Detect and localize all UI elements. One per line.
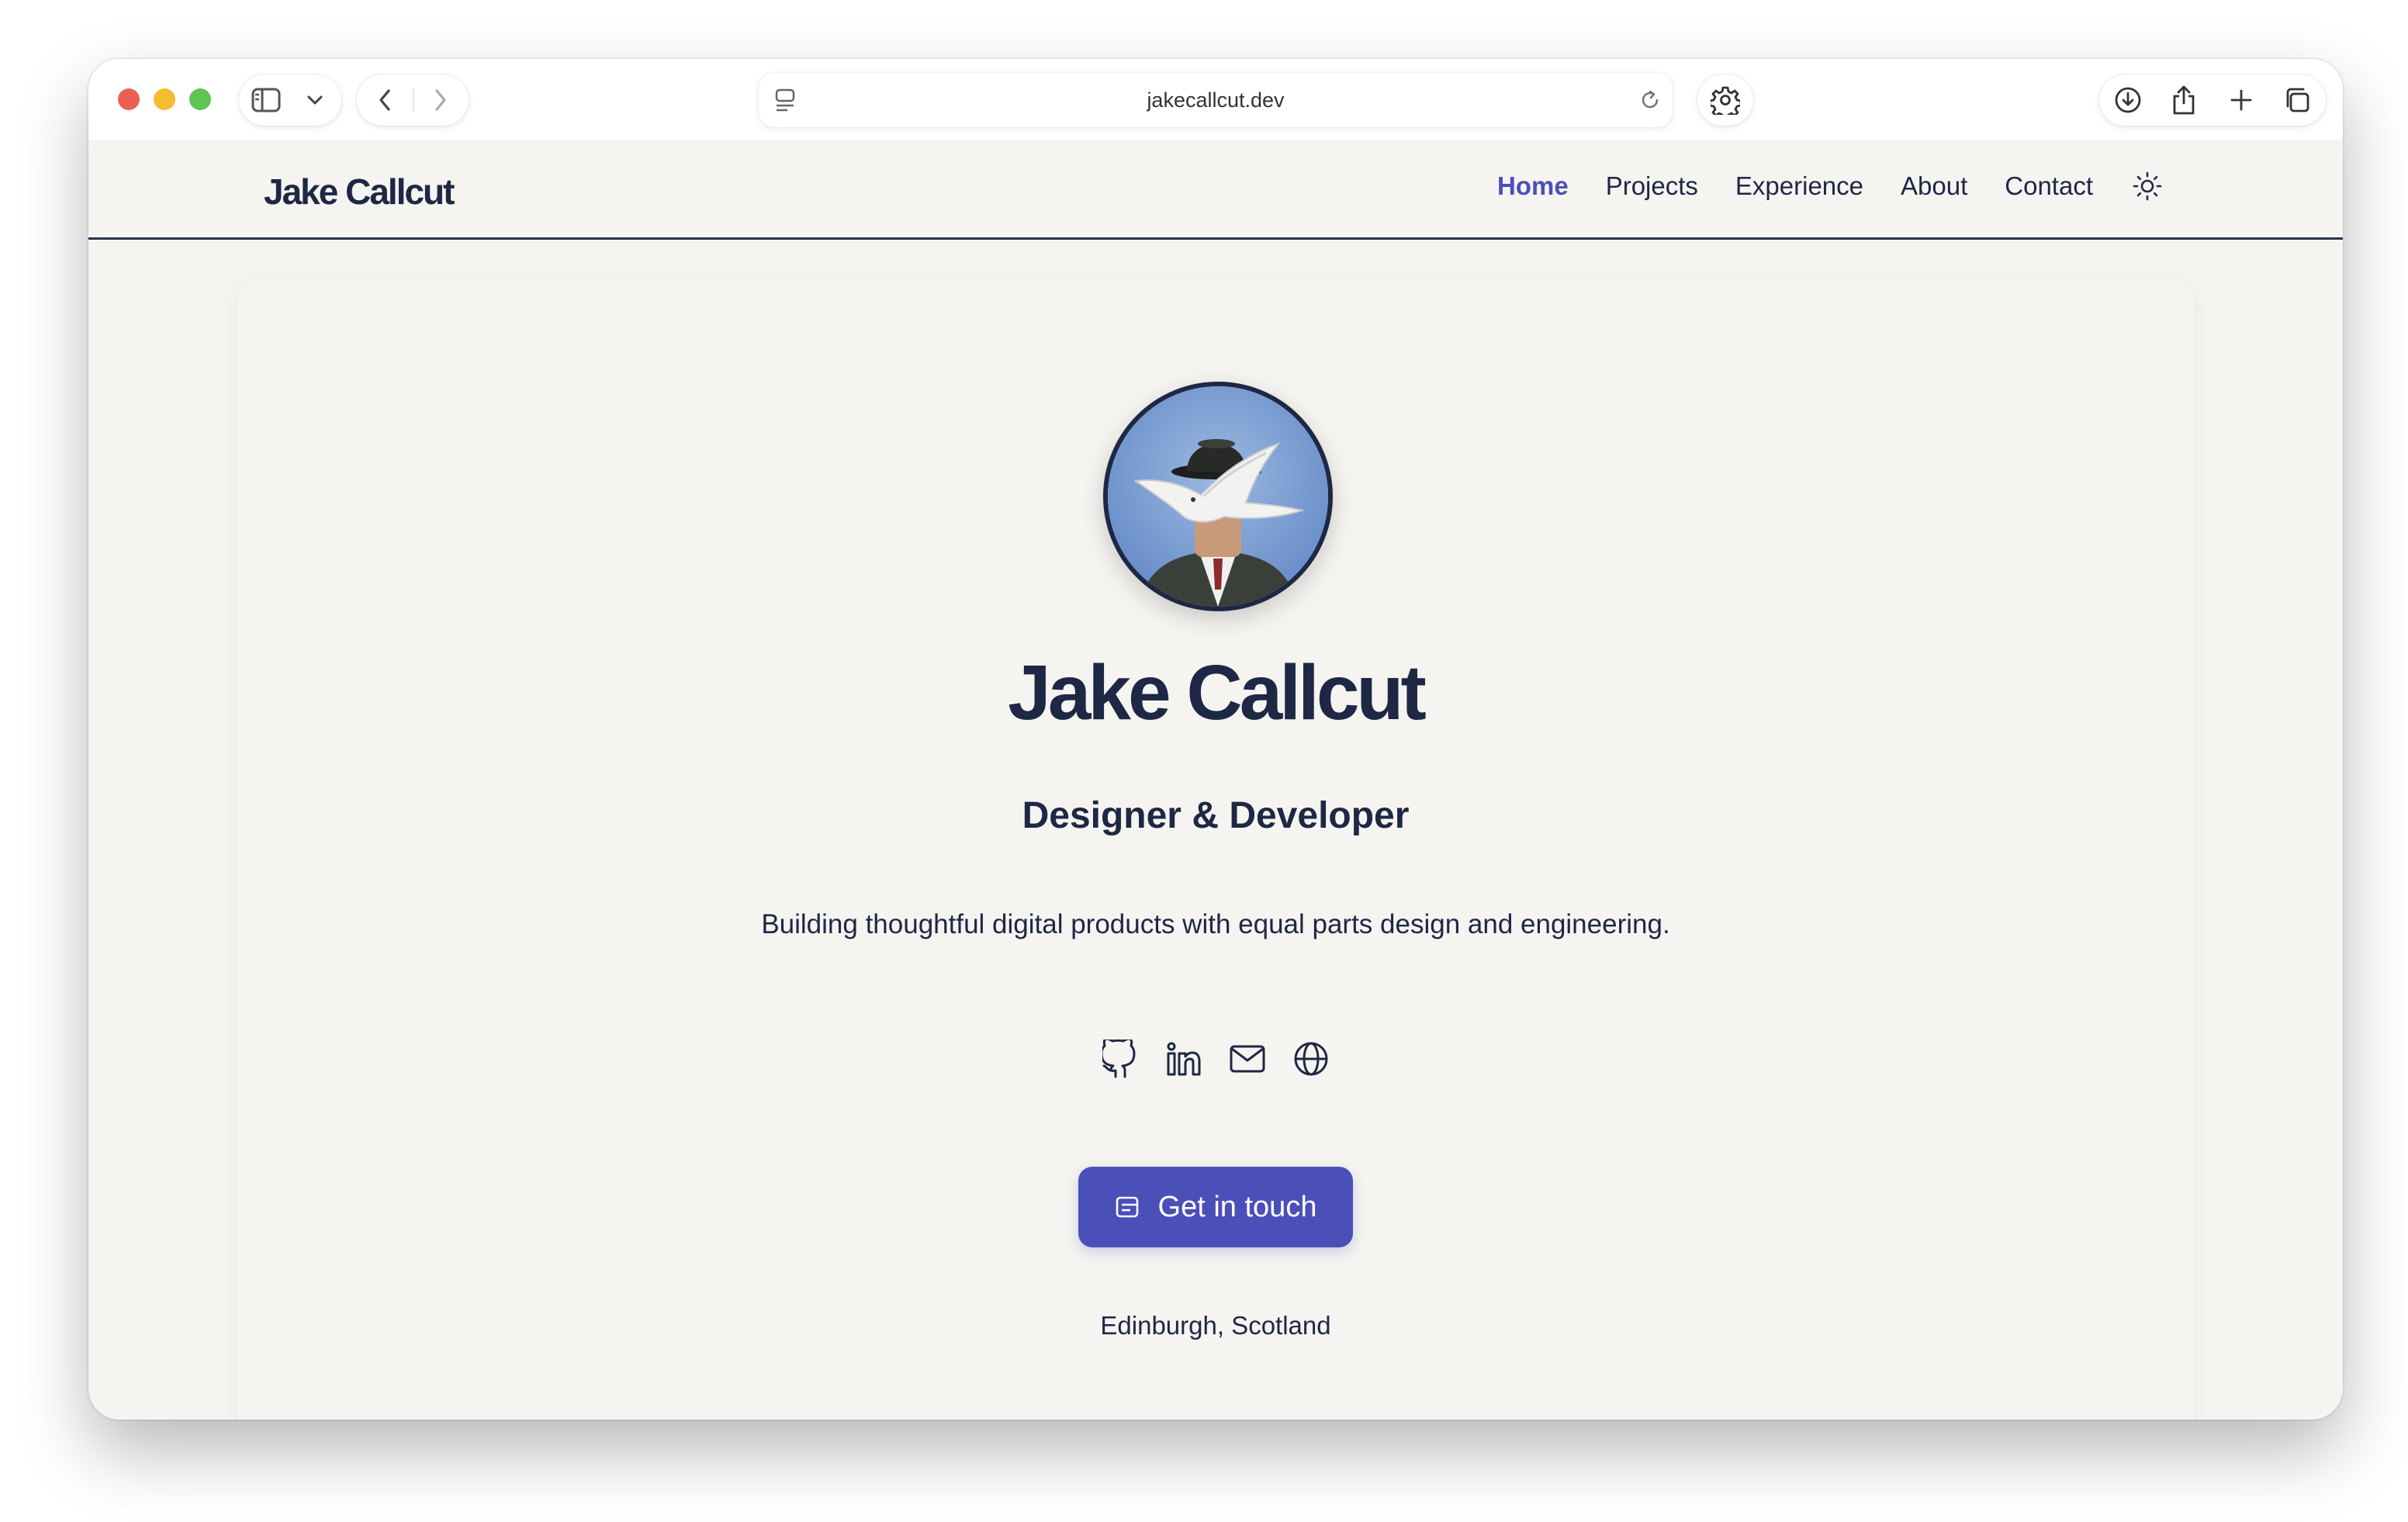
toolbar-actions-group (2099, 74, 2326, 126)
sun-icon (2133, 171, 2162, 201)
globe-icon[interactable] (1292, 1039, 1330, 1078)
location-text: Edinburgh, Scotland (1100, 1311, 1331, 1340)
tabs-icon[interactable] (2279, 84, 2315, 116)
plus-icon[interactable] (2223, 84, 2259, 116)
site-nav: Home Projects Experience About Contact (1497, 169, 2164, 203)
social-links (88, 1039, 2343, 1078)
chevron-right-icon[interactable] (424, 84, 458, 116)
nav-link-about[interactable]: About (1901, 171, 1967, 201)
browser-toolbar: jakecallcut.dev (88, 59, 2343, 140)
theme-toggle-button[interactable] (2130, 169, 2164, 203)
download-icon[interactable] (2110, 84, 2146, 116)
settings-button[interactable] (1697, 74, 1753, 126)
message-icon (1116, 1196, 1138, 1218)
zoom-window-button[interactable] (189, 88, 211, 110)
chevron-left-icon[interactable] (368, 84, 402, 116)
avatar (1103, 382, 1333, 611)
nav-link-home[interactable]: Home (1497, 171, 1569, 201)
reload-icon[interactable] (1635, 85, 1665, 115)
linkedin-icon[interactable] (1164, 1039, 1203, 1078)
history-nav-group (357, 74, 469, 126)
hero-tagline: Building thoughtful digital products wit… (761, 909, 1670, 939)
sidebar-toggle-group (239, 74, 341, 126)
sidebar-icon[interactable] (248, 84, 284, 116)
gear-icon[interactable] (1708, 84, 1742, 116)
hero-name: Jake Callcut (1008, 649, 1427, 736)
get-in-touch-button[interactable]: Get in touch (1078, 1167, 1353, 1247)
site-brand-logo[interactable]: Jake Callcut (264, 171, 455, 213)
chevron-down-icon[interactable] (299, 84, 330, 116)
nav-link-experience[interactable]: Experience (1735, 171, 1863, 201)
site-header: Jake Callcut Home Projects Experience Ab… (88, 140, 2343, 240)
browser-window: jakecallcut.dev Jake Callcut Home Projec… (88, 59, 2343, 1420)
nav-link-projects[interactable]: Projects (1606, 171, 1698, 201)
github-icon[interactable] (1101, 1039, 1140, 1078)
nav-link-contact[interactable]: Contact (2005, 171, 2093, 201)
get-in-touch-label: Get in touch (1157, 1190, 1317, 1223)
address-bar[interactable]: jakecallcut.dev (759, 73, 1673, 127)
url-text: jakecallcut.dev (1147, 88, 1285, 112)
divider (413, 88, 414, 112)
mail-icon[interactable] (1228, 1039, 1267, 1078)
hero-role: Designer & Developer (1022, 795, 1410, 836)
share-icon[interactable] (2166, 82, 2202, 118)
close-window-button[interactable] (118, 88, 140, 110)
minimize-window-button[interactable] (154, 88, 175, 110)
